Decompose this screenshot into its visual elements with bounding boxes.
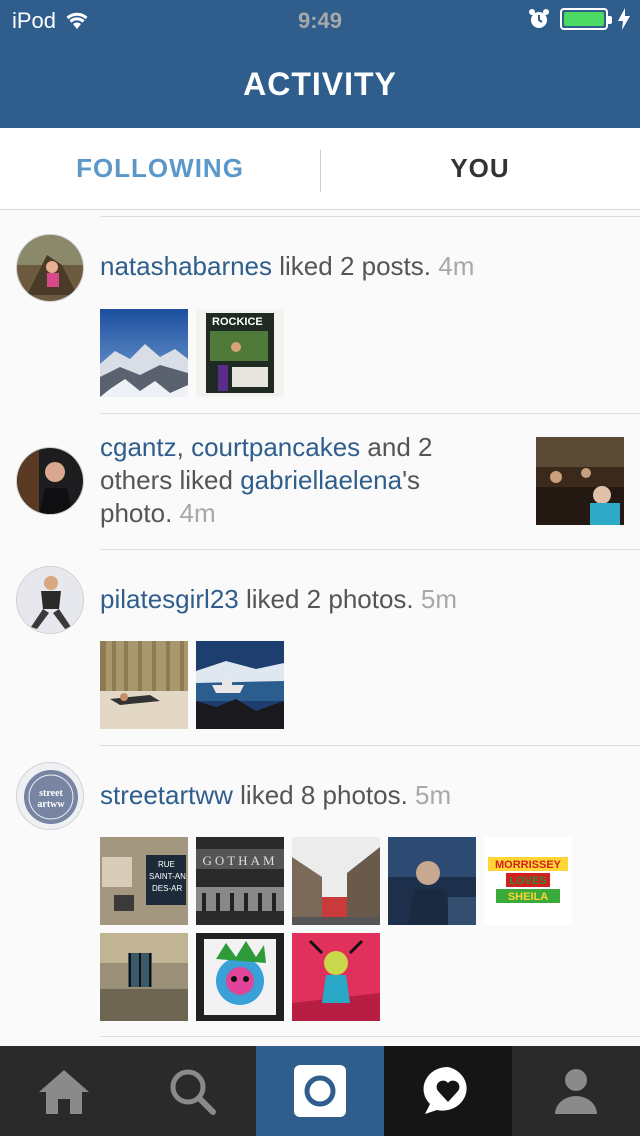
- divider: [100, 1036, 640, 1037]
- separator-text: ,: [176, 432, 192, 462]
- activity-feed[interactable]: natashabarnes liked 2 posts. 4m ROCKICE: [0, 210, 640, 1046]
- post-thumbnail[interactable]: [100, 933, 188, 1021]
- street-sign-text: RUE: [158, 860, 175, 869]
- post-thumbnail[interactable]: RUE SAINT-AN DES-AR: [100, 837, 188, 925]
- post-thumbnail[interactable]: GOTHAM: [196, 837, 284, 925]
- post-thumbnail[interactable]: [196, 933, 284, 1021]
- post-thumbnail[interactable]: [292, 837, 380, 925]
- street-sign-text: DES-AR: [152, 884, 182, 893]
- profile-icon: [555, 1069, 597, 1114]
- avatar[interactable]: [16, 234, 84, 302]
- status-bar: iPod 9:49: [0, 0, 640, 40]
- tab-search[interactable]: [128, 1046, 256, 1136]
- alarm-icon: [529, 9, 549, 28]
- activity-text: pilatesgirl23 liked 2 photos. 5m: [100, 583, 457, 616]
- search-icon: [170, 1069, 216, 1115]
- post-thumbnail[interactable]: [292, 933, 380, 1021]
- post-thumbnail[interactable]: [196, 641, 284, 729]
- username-link[interactable]: courtpancakes: [191, 432, 360, 462]
- username-link[interactable]: streetartww: [100, 780, 233, 810]
- activity-description: others liked: [100, 465, 241, 495]
- activity-text: cgantz, courtpancakes and 2 others liked…: [100, 431, 520, 530]
- bottom-tab-bar: [0, 1046, 640, 1136]
- activity-line: photo. 4m: [100, 497, 520, 530]
- username-link[interactable]: pilatesgirl23: [100, 584, 239, 614]
- tab-camera[interactable]: [256, 1046, 384, 1136]
- timestamp: 4m: [179, 498, 216, 528]
- avatar-text: street: [39, 788, 63, 799]
- activity-description: liked 8 photos.: [232, 780, 416, 810]
- post-thumbnail[interactable]: [100, 309, 188, 397]
- charging-icon: [618, 8, 630, 30]
- activity-text: streetartww liked 8 photos. 5m: [100, 779, 451, 812]
- activity-description: 's: [402, 465, 421, 495]
- divider: [100, 745, 640, 746]
- gotham-sign-text: GOTHAM: [202, 853, 277, 868]
- post-thumbnail[interactable]: [388, 837, 476, 925]
- avatar[interactable]: street artww: [16, 762, 84, 830]
- status-right: [528, 8, 630, 30]
- activity-text: natashabarnes liked 2 posts. 4m: [100, 250, 474, 283]
- page-title: ACTIVITY: [243, 66, 397, 102]
- rockice-poster-text: ROCKICE: [212, 316, 263, 328]
- activity-heart-icon: [423, 1066, 467, 1114]
- street-sign-text: SAINT-AN: [149, 872, 186, 881]
- activity-line: cgantz, courtpancakes and 2: [100, 431, 520, 464]
- post-thumbnail[interactable]: ROCKICE: [196, 309, 284, 397]
- activity-description: photo.: [100, 498, 180, 528]
- timestamp: 4m: [438, 251, 475, 281]
- morrissey-text: SHEILA: [508, 891, 548, 903]
- activity-description: liked 2 photos.: [238, 584, 421, 614]
- tab-profile[interactable]: [512, 1046, 640, 1136]
- timestamp: 5m: [415, 780, 452, 810]
- tab-home[interactable]: [0, 1046, 128, 1136]
- timestamp: 5m: [420, 584, 457, 614]
- post-thumbnail[interactable]: [100, 641, 188, 729]
- camera-icon: [294, 1065, 346, 1117]
- avatar[interactable]: [16, 447, 84, 515]
- tab-following[interactable]: FOLLOWING: [0, 128, 320, 209]
- navigation-header: iPod 9:49 ACTIVITY: [0, 0, 640, 128]
- morrissey-text: LOVES: [509, 875, 546, 887]
- activity-description: liked 2 posts.: [272, 251, 439, 281]
- tab-divider: [320, 150, 321, 192]
- tab-activity[interactable]: [384, 1046, 512, 1136]
- avatar[interactable]: [16, 566, 84, 634]
- divider: [100, 549, 640, 550]
- username-link[interactable]: natashabarnes: [100, 251, 272, 281]
- post-thumbnail[interactable]: [536, 437, 624, 525]
- activity-description: and 2: [360, 432, 433, 462]
- activity-line: others liked gabriellaelena's: [100, 464, 520, 497]
- battery-icon: [560, 8, 612, 30]
- tab-you[interactable]: YOU: [320, 128, 640, 209]
- activity-tabs: FOLLOWING YOU: [0, 128, 640, 210]
- morrissey-text: MORRISSEY: [495, 859, 562, 871]
- home-icon: [39, 1070, 89, 1114]
- divider: [100, 216, 640, 217]
- username-link[interactable]: cgantz: [100, 432, 177, 462]
- avatar-text: artww: [37, 799, 65, 810]
- divider: [100, 413, 640, 414]
- post-thumbnail[interactable]: MORRISSEY LOVES SHEILA: [484, 837, 572, 925]
- username-link[interactable]: gabriellaelena: [240, 465, 402, 495]
